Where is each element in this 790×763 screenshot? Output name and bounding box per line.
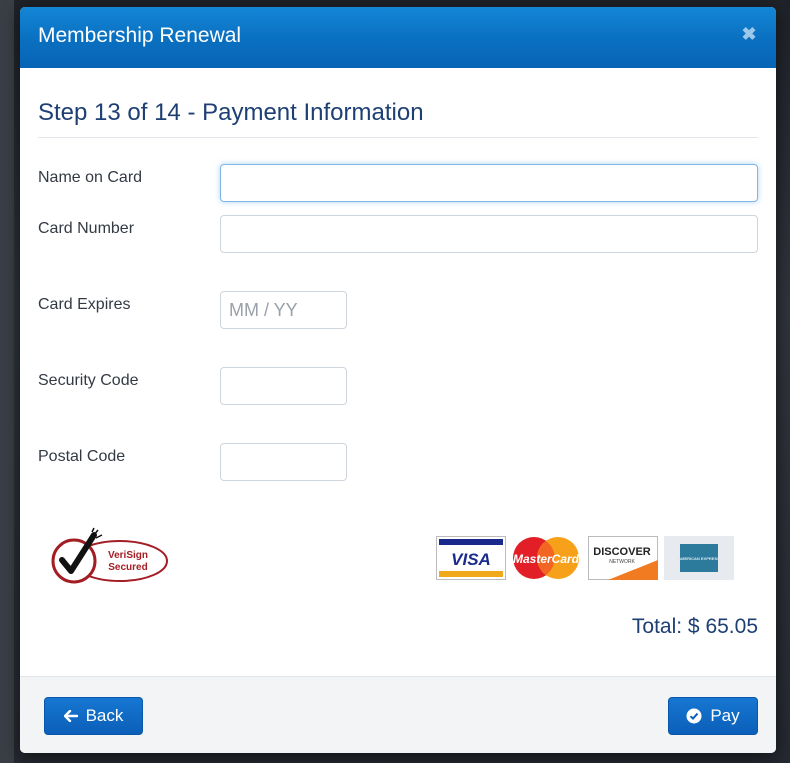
amex-logo: AMERICAN EXPRESS [664, 536, 734, 580]
step-title: Step 13 of 14 - Payment Information [38, 99, 424, 126]
dialog-header: Membership Renewal ✖ [20, 7, 776, 68]
card-number-input[interactable] [220, 215, 758, 253]
svg-text:VISA: VISA [451, 550, 491, 569]
postal-code-label: Postal Code [38, 448, 126, 465]
security-code-label: Security Code [38, 372, 139, 389]
pay-button-label: Pay [710, 706, 740, 725]
verisign-line1: VeriSign [108, 550, 148, 561]
svg-text:AMERICAN EXPRESS: AMERICAN EXPRESS [678, 556, 720, 561]
mastercard-logo: MasterCard [513, 537, 580, 579]
security-code-input[interactable] [220, 367, 347, 405]
card-expires-input[interactable] [220, 291, 347, 329]
card-expires-label: Card Expires [38, 296, 131, 313]
discover-logo: DISCOVER NETWORK [588, 536, 658, 580]
svg-text:DISCOVER: DISCOVER [593, 546, 651, 558]
name-on-card-input[interactable] [220, 164, 758, 202]
check-circle-icon [686, 708, 702, 724]
dialog-title: Membership Renewal [38, 24, 242, 47]
order-total: Total: $ 65.05 [631, 615, 758, 638]
dialog-footer: Back Pay [20, 676, 776, 753]
back-button-label: Back [85, 706, 124, 725]
name-on-card-label: Name on Card [38, 169, 143, 186]
visa-logo: VISA [436, 536, 506, 580]
accepted-cards: VISA MasterCard DISCOVER NETWORK AMERICA… [436, 536, 736, 582]
card-number-label: Card Number [38, 220, 135, 237]
postal-code-input[interactable] [220, 443, 347, 481]
arrow-left-icon [63, 710, 78, 722]
divider [38, 137, 758, 138]
close-icon[interactable]: ✖ [740, 23, 758, 45]
membership-renewal-dialog: Membership Renewal ✖ Step 13 of 14 - Pay… [20, 7, 776, 753]
pay-button[interactable]: Pay [668, 697, 758, 735]
verisign-line2: Secured [108, 562, 147, 573]
back-button[interactable]: Back [44, 697, 143, 735]
svg-text:MasterCard: MasterCard [513, 552, 580, 566]
verisign-secured-badge: VeriSign Secured [51, 527, 168, 584]
svg-text:NETWORK: NETWORK [609, 559, 635, 565]
